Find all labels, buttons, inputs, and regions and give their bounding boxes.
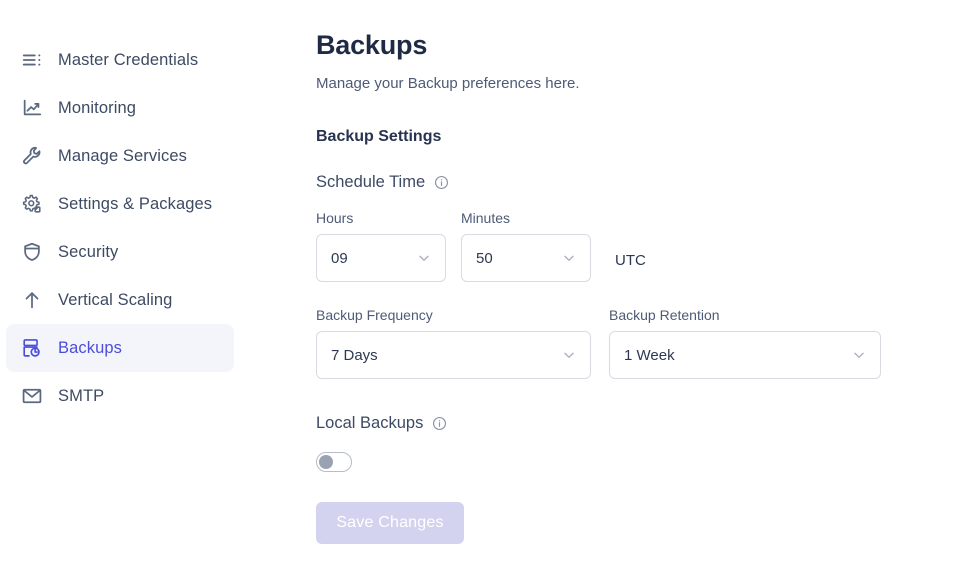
backup-retention-label: Backup Retention [609,307,720,323]
timezone-label: UTC [615,252,646,269]
list-icon [20,48,44,72]
chevron-down-icon [417,251,431,265]
shield-icon [20,240,44,264]
sidebar-item-label: Backups [58,338,122,357]
gear-icon [20,192,44,216]
sidebar-navigation: Master Credentials Monitoring Manage Ser… [0,0,250,573]
info-circle-icon[interactable] [434,175,449,190]
sidebar-item-backups[interactable]: Backups [6,324,234,372]
sidebar-item-label: Monitoring [58,98,137,117]
main-content: Backups Manage your Backup preferences h… [250,0,963,573]
sidebar-item-label: Manage Services [58,146,187,165]
save-changes-button[interactable]: Save Changes [316,502,464,544]
sidebar-item-security[interactable]: Security [6,228,234,276]
schedule-time-heading: Schedule Time [316,173,963,192]
chart-line-icon [20,96,44,120]
backup-retention-value: 1 Week [624,346,675,364]
sidebar-item-smtp[interactable]: SMTP [6,372,234,420]
sidebar-item-master-credentials[interactable]: Master Credentials [6,36,234,84]
schedule-time-fields: Hours 09 Minutes 50 UTC [316,210,963,282]
page-title: Backups [316,30,428,60]
sidebar-item-label: Settings & Packages [58,194,213,213]
backup-frequency-group: Backup Frequency 7 Days [316,307,591,379]
local-backups-toggle[interactable] [316,452,352,472]
chevron-down-icon [852,348,866,362]
chevron-down-icon [562,251,576,265]
minutes-label: Minutes [461,210,511,226]
info-circle-icon[interactable] [432,416,447,431]
sidebar-item-monitoring[interactable]: Monitoring [6,84,234,132]
envelope-icon [20,384,44,408]
page-subtitle: Manage your Backup preferences here. [316,75,580,92]
local-backups-heading: Local Backups [316,414,963,433]
minutes-select[interactable]: 50 [461,234,591,282]
sidebar-item-label: SMTP [58,386,105,405]
backup-frequency-select[interactable]: 7 Days [316,331,591,379]
backup-frequency-label: Backup Frequency [316,307,433,323]
sidebar-item-settings-packages[interactable]: Settings & Packages [6,180,234,228]
local-backups-label: Local Backups [316,414,424,432]
sidebar-item-label: Security [58,242,119,261]
database-refresh-icon [20,336,44,360]
backup-retention-select[interactable]: 1 Week [609,331,881,379]
sidebar-item-label: Master Credentials [58,50,199,69]
toggle-knob [319,455,333,469]
arrow-up-icon [20,288,44,312]
schedule-time-label: Schedule Time [316,173,426,191]
backup-options-row: Backup Frequency 7 Days Backup Retention… [316,307,963,379]
hours-select[interactable]: 09 [316,234,446,282]
chevron-down-icon [562,348,576,362]
backup-frequency-value: 7 Days [331,346,378,364]
backup-settings-heading: Backup Settings [316,128,442,145]
sidebar-item-label: Vertical Scaling [58,290,173,309]
hours-label: Hours [316,210,354,226]
sidebar-item-vertical-scaling[interactable]: Vertical Scaling [6,276,234,324]
wrench-icon [20,144,44,168]
sidebar-item-manage-services[interactable]: Manage Services [6,132,234,180]
minutes-field-group: Minutes 50 [461,210,591,282]
hours-value: 09 [331,249,348,267]
minutes-value: 50 [476,249,493,267]
hours-field-group: Hours 09 [316,210,446,282]
backup-retention-group: Backup Retention 1 Week [609,307,881,379]
backups-settings-page: Master Credentials Monitoring Manage Ser… [0,0,963,573]
